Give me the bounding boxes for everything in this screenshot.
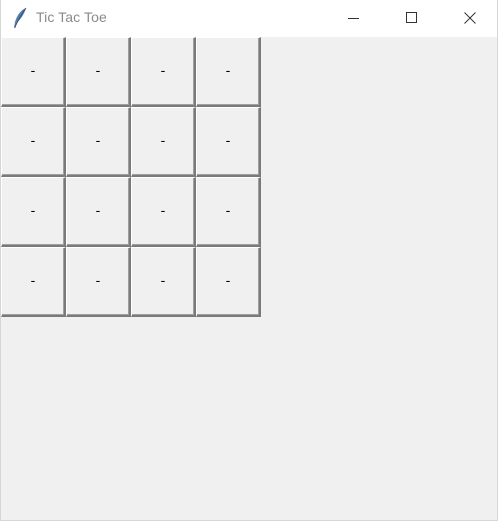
- cell-r1-c2[interactable]: -: [66, 37, 131, 107]
- cell-r1-c1[interactable]: -: [1, 37, 66, 107]
- game-board: - - - - - - - - - - - - - - - -: [1, 37, 261, 317]
- feather-icon: [12, 7, 28, 29]
- cell-r4-c3[interactable]: -: [131, 247, 196, 317]
- cell-r1-c3[interactable]: -: [131, 37, 196, 107]
- cell-r2-c3[interactable]: -: [131, 107, 196, 177]
- cell-r2-c1[interactable]: -: [1, 107, 66, 177]
- close-button[interactable]: [447, 0, 493, 36]
- maximize-button[interactable]: [389, 0, 435, 36]
- cell-r4-c1[interactable]: -: [1, 247, 66, 317]
- minimize-icon: [348, 12, 360, 24]
- cell-r3-c3[interactable]: -: [131, 177, 196, 247]
- window-title: Tic Tac Toe: [36, 9, 107, 25]
- app-window: Tic Tac Toe - - - - - - - - - - - - - - …: [0, 0, 498, 521]
- cell-r2-c2[interactable]: -: [66, 107, 131, 177]
- minimize-button[interactable]: [331, 0, 377, 36]
- cell-r3-c1[interactable]: -: [1, 177, 66, 247]
- close-icon: [464, 12, 476, 24]
- cell-r4-c2[interactable]: -: [66, 247, 131, 317]
- cell-r3-c4[interactable]: -: [196, 177, 261, 247]
- cell-r1-c4[interactable]: -: [196, 37, 261, 107]
- maximize-icon: [406, 12, 418, 24]
- cell-r2-c4[interactable]: -: [196, 107, 261, 177]
- game-area: - - - - - - - - - - - - - - - -: [1, 37, 497, 520]
- cell-r3-c2[interactable]: -: [66, 177, 131, 247]
- title-bar[interactable]: Tic Tac Toe: [1, 0, 497, 37]
- cell-r4-c4[interactable]: -: [196, 247, 261, 317]
